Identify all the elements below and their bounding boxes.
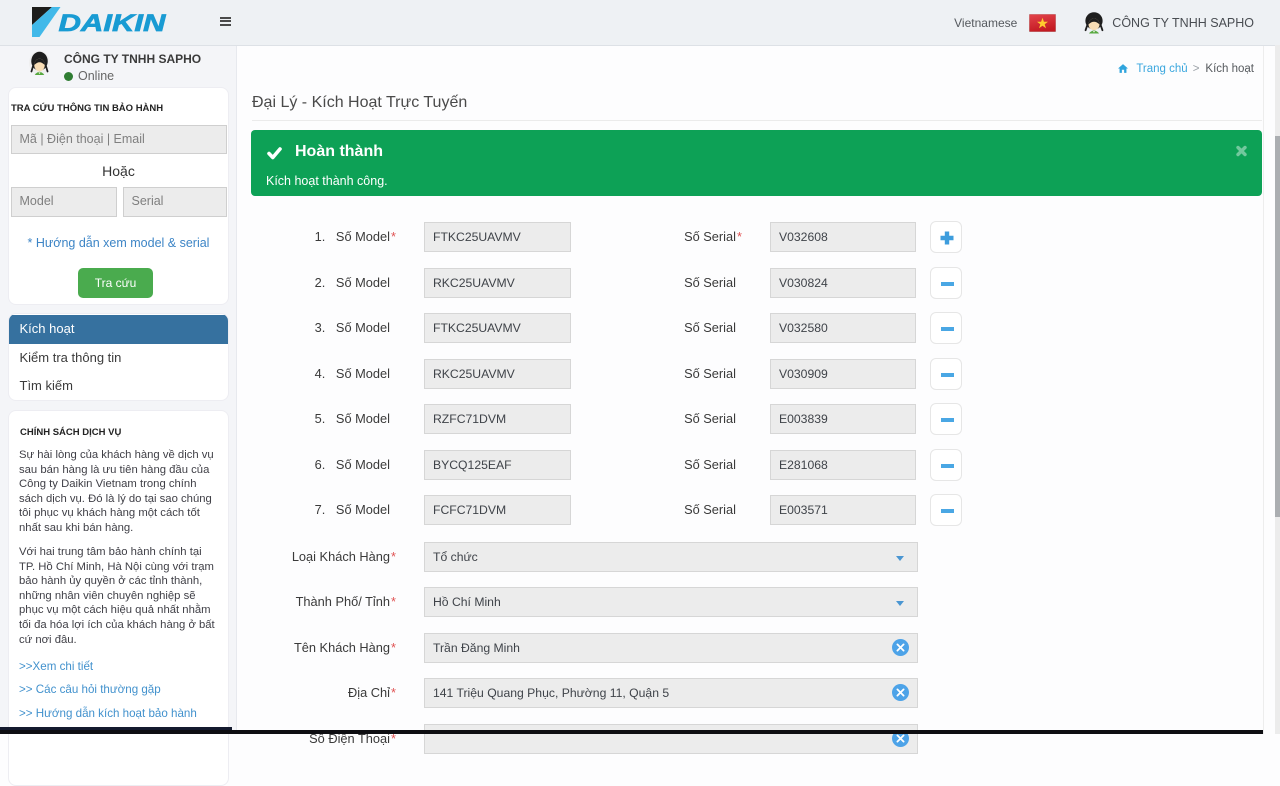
- svg-text:DAIKIN: DAIKIN: [59, 10, 167, 37]
